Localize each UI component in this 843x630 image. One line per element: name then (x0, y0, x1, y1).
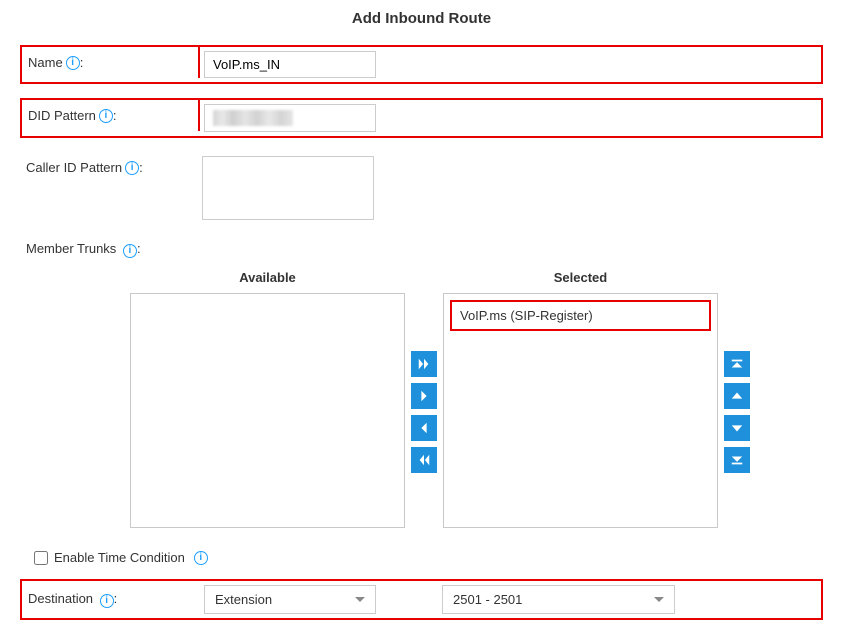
selected-title: Selected (554, 264, 607, 293)
selected-list[interactable]: VoIP.ms (SIP-Register) (443, 293, 718, 528)
chevron-down-icon (654, 597, 664, 602)
move-down-button[interactable] (724, 415, 750, 441)
cell-name (200, 47, 380, 82)
chevron-right-icon (417, 389, 431, 403)
move-bottom-button[interactable] (724, 447, 750, 473)
move-all-right-button[interactable] (411, 351, 437, 377)
label-did: DID Pattern i: (22, 100, 200, 131)
row-name: Name i: (20, 45, 823, 84)
chevron-down-icon (730, 421, 744, 435)
colon: : (137, 241, 141, 256)
colon: : (139, 160, 143, 175)
cell-caller-id (198, 152, 378, 227)
page-title: Add Inbound Route (20, 10, 823, 27)
label-did-text: DID Pattern (28, 108, 96, 123)
member-trunks-dual-list: Available Selected VoIP.ms (SIP-Register… (20, 264, 823, 528)
destination-value-text: 2501 - 2501 (453, 592, 522, 607)
chevron-up-icon (730, 389, 744, 403)
name-input[interactable] (204, 51, 376, 78)
double-chevron-left-icon (417, 453, 431, 467)
row-destination: Destination i: Extension 2501 - 2501 (20, 579, 823, 620)
label-member-trunks-text: Member Trunks (26, 241, 116, 256)
label-destination-text: Destination (28, 591, 93, 606)
order-buttons (724, 264, 750, 528)
colon: : (80, 55, 84, 70)
info-icon[interactable]: i (123, 244, 137, 258)
colon: : (113, 108, 117, 123)
redacted-value (213, 110, 293, 126)
cell-did (200, 100, 380, 136)
label-caller-id-text: Caller ID Pattern (26, 160, 122, 175)
label-destination: Destination i: (22, 583, 200, 616)
destination-type-select[interactable]: Extension (204, 585, 376, 614)
move-buttons (411, 264, 437, 528)
double-chevron-right-icon (417, 357, 431, 371)
info-icon[interactable]: i (66, 56, 80, 70)
caller-id-pattern-input[interactable] (202, 156, 374, 220)
available-list[interactable] (130, 293, 405, 528)
info-icon[interactable]: i (99, 109, 113, 123)
info-icon[interactable]: i (125, 161, 139, 175)
move-all-left-button[interactable] (411, 447, 437, 473)
label-caller-id: Caller ID Pattern i: (20, 152, 198, 183)
destination-value-select[interactable]: 2501 - 2501 (442, 585, 675, 614)
available-title: Available (239, 264, 296, 293)
destination-type-value: Extension (215, 592, 272, 607)
chevron-down-icon (355, 597, 365, 602)
info-icon[interactable]: i (100, 594, 114, 608)
label-time-condition: Enable Time Condition (54, 550, 185, 565)
chevron-top-icon (730, 357, 744, 371)
chevron-bottom-icon (730, 453, 744, 467)
row-time-condition: Enable Time Condition i (20, 546, 823, 579)
available-column: Available (130, 264, 405, 528)
label-name-text: Name (28, 55, 63, 70)
info-icon[interactable]: i (194, 551, 208, 565)
enable-time-condition-checkbox[interactable] (34, 551, 48, 565)
move-right-button[interactable] (411, 383, 437, 409)
selected-column: Selected VoIP.ms (SIP-Register) (443, 264, 718, 528)
label-name: Name i: (22, 47, 200, 78)
chevron-left-icon (417, 421, 431, 435)
label-member-trunks: Member Trunks i: (20, 241, 823, 258)
row-caller-id: Caller ID Pattern i: (20, 152, 823, 227)
move-left-button[interactable] (411, 415, 437, 441)
colon: : (114, 591, 118, 606)
move-up-button[interactable] (724, 383, 750, 409)
list-item[interactable]: VoIP.ms (SIP-Register) (450, 300, 711, 331)
row-did-pattern: DID Pattern i: (20, 98, 823, 138)
move-top-button[interactable] (724, 351, 750, 377)
